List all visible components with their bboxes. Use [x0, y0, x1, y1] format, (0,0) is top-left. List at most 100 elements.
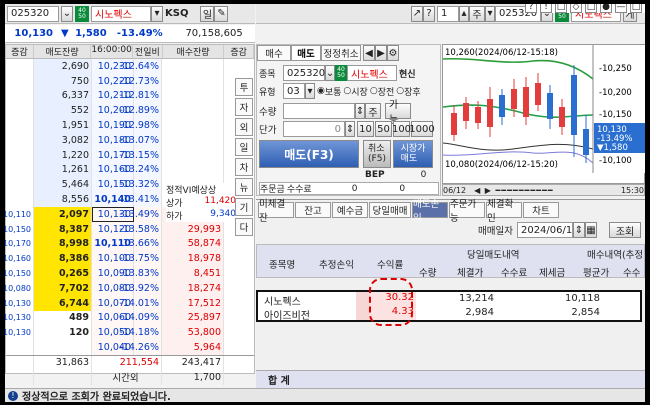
ask-row[interactable]: 1,261 10,160 -13.24%: [6, 162, 254, 178]
qty-shortcut-button[interactable]: 50: [375, 121, 392, 137]
axis-tick-4: -10,100: [599, 156, 632, 166]
type-select[interactable]: 03: [283, 83, 305, 99]
axis-tick-2: -10,200: [599, 88, 632, 98]
bid-row[interactable]: 10,130 489 10,060 -14.09% 25,897: [5, 310, 254, 326]
lower-tab[interactable]: 주문가능: [449, 199, 485, 224]
order-panel: 매수 매도 정정취소 ◀ ▶ ⚙ 종목 025320 ⌄ 40 50 시노펙스 …: [256, 44, 441, 196]
result-row[interactable]: 시노펙스 30.32 13,214 10,118: [258, 292, 640, 308]
bid-ask-qty: 489: [34, 310, 92, 326]
tab-modify-cancel[interactable]: 정정취소: [321, 45, 361, 61]
ask-bidqty: [162, 132, 224, 148]
window-control-icon[interactable]: ?: [525, 4, 537, 13]
date-spin-icon[interactable]: ⇕: [572, 222, 585, 238]
search-icon[interactable]: ⌄: [61, 5, 73, 22]
calendar-icon[interactable]: ▦: [584, 222, 597, 238]
bid-row[interactable]: 10,130 6,744 10,070 -14.01% 17,512: [5, 295, 254, 311]
order-type-radio[interactable]: ○ 시장: [343, 85, 367, 98]
search-icon3[interactable]: ⌄: [325, 65, 335, 81]
ask-row[interactable]: 552 10,200 -12.89%: [6, 103, 254, 119]
window-control-icon[interactable]: □: [585, 4, 597, 13]
inquiry-button[interactable]: 조회: [608, 222, 641, 238]
ask-row[interactable]: 6,337 10,210 -12.81%: [6, 88, 254, 104]
tab-buy[interactable]: 매수: [257, 45, 291, 61]
bid-row[interactable]: 10,150 0,265 10,090 -13.83% 8,451: [5, 266, 254, 281]
possible-button[interactable]: 가능: [385, 100, 411, 126]
col-name: 종목명: [269, 260, 296, 271]
bid-row[interactable]: 10,170 8,998 10,110 13.66% 58,874: [5, 236, 254, 252]
market-sell-button[interactable]: 시장가 매도: [393, 140, 433, 168]
dropdown-icon3[interactable]: ▾: [305, 83, 315, 99]
side-button[interactable]: 기: [235, 198, 253, 216]
ask-row[interactable]: 1,220 10,170 -13.15%: [6, 147, 254, 163]
settings-icon[interactable]: ⚙: [387, 45, 399, 61]
help-icon[interactable]: ?: [423, 5, 435, 22]
qty-unit[interactable]: 주: [365, 103, 381, 119]
ask-row[interactable]: 750 10,220 -12.73%: [6, 73, 254, 89]
tool-icon[interactable]: ✎: [214, 5, 229, 22]
window-control-icon[interactable]: !: [540, 4, 552, 13]
scroll-bar-icon[interactable]: ◀ ▶ ━━━━━━━━━━: [474, 186, 621, 195]
lower-tab[interactable]: 차트: [523, 202, 559, 218]
spin-icon[interactable]: ▴: [459, 5, 469, 22]
side-button[interactable]: 투: [235, 78, 253, 96]
lower-tab[interactable]: 당일매매: [369, 202, 411, 218]
window-control-icon[interactable]: —: [615, 4, 627, 13]
trade-date-label: 매매일자: [478, 226, 513, 237]
window-control-icon[interactable]: ◇: [570, 4, 582, 13]
period-input[interactable]: 1: [437, 5, 459, 22]
ask-row[interactable]: 2,690 10,230 -12.64%: [6, 59, 254, 74]
price-input[interactable]: 0: [283, 121, 345, 137]
bid-row[interactable]: 10,160 8,386 10,100 -13.75% 18,978: [5, 251, 254, 267]
lower-tab[interactable]: 잔고: [295, 202, 331, 218]
qty-input[interactable]: [283, 103, 355, 119]
period-button[interactable]: 주: [469, 5, 485, 22]
orderbook-table: 증감 매도잔량 16:00:00 전일비 매수잔량 증감 2,690 10,230…: [5, 44, 255, 385]
chart-svg: -10,250 -10,200 -10,150 -10,100 10,130 -…: [442, 45, 645, 173]
order-type-radio[interactable]: ◉ 보통: [317, 85, 341, 98]
ask-row[interactable]: 3,082 10,180 -13.07%: [6, 132, 254, 148]
qty-shortcut-button[interactable]: 1000: [409, 121, 435, 137]
qty-shortcut-button[interactable]: 100: [392, 121, 411, 137]
bid-row[interactable]: 10,130 120 10,050 -14.18% 53,800: [5, 325, 254, 341]
window-control-icon[interactable]: ●: [600, 4, 612, 13]
ask-row[interactable]: 1,951 10,190 -12.98%: [6, 118, 254, 133]
lower-tab[interactable]: 예수금: [332, 202, 368, 218]
sell-button[interactable]: 매도(F3): [259, 140, 359, 168]
stock-code-input[interactable]: 025320: [7, 5, 59, 22]
order-code-input[interactable]: 025320: [283, 65, 325, 81]
daily-button[interactable]: 일: [200, 5, 215, 22]
tab-unfilled[interactable]: 미체결잔: [258, 199, 294, 224]
price-spin-icon[interactable]: ⇕: [345, 121, 355, 137]
qty-row: 수량 ⇕ 주 가능: [259, 100, 411, 126]
cancel-f5-button[interactable]: 취소 (F5): [363, 140, 391, 168]
bid-row[interactable]: 10,150 8,387 10,120 -13.58% 29,993: [5, 221, 254, 237]
lower-tab[interactable]: 매도손익: [412, 199, 448, 224]
bep-row: BEP 0: [365, 169, 426, 181]
arrow-icon[interactable]: ↗: [411, 5, 423, 22]
side-button[interactable]: 자: [235, 98, 253, 116]
tab-sell[interactable]: 매도: [291, 45, 321, 61]
result-row[interactable]: 아이즈비전 4.33 2,984 2,854: [258, 306, 640, 322]
chart-scroll[interactable]: 06/12 ◀ ▶ ━━━━━━━━━━ 15:30: [442, 184, 645, 196]
row-qty: 2,984: [465, 307, 494, 318]
side-button[interactable]: 일: [235, 138, 253, 156]
total-row-bottom: 합 계: [256, 370, 645, 388]
side-button[interactable]: 뉴: [235, 178, 253, 196]
qty-spin-icon[interactable]: ⇕: [355, 103, 365, 119]
type-label: 유형: [259, 87, 276, 98]
side-button[interactable]: 외: [235, 118, 253, 136]
next-icon[interactable]: ▶: [375, 45, 387, 61]
window-control-icon[interactable]: □: [555, 4, 567, 13]
prev-icon[interactable]: ◀: [363, 45, 375, 61]
lower-tab[interactable]: 체결확인: [486, 199, 522, 224]
qty-shortcut-button[interactable]: 10: [357, 121, 374, 137]
trade-date-input[interactable]: 2024/06/12: [516, 222, 579, 238]
side-button[interactable]: 차: [235, 158, 253, 176]
window-control-icon[interactable]: □: [630, 4, 642, 13]
side-button[interactable]: 다: [235, 218, 253, 236]
ask-change: [6, 59, 34, 74]
bid-row[interactable]: 10,080 7,702 10,080 -13.92% 18,274: [5, 280, 254, 296]
bid-row[interactable]: 10,040 -14.26% 5,964: [6, 340, 254, 355]
dropdown-icon2[interactable]: ▾: [485, 5, 495, 22]
dropdown-icon[interactable]: ▾: [151, 5, 163, 22]
